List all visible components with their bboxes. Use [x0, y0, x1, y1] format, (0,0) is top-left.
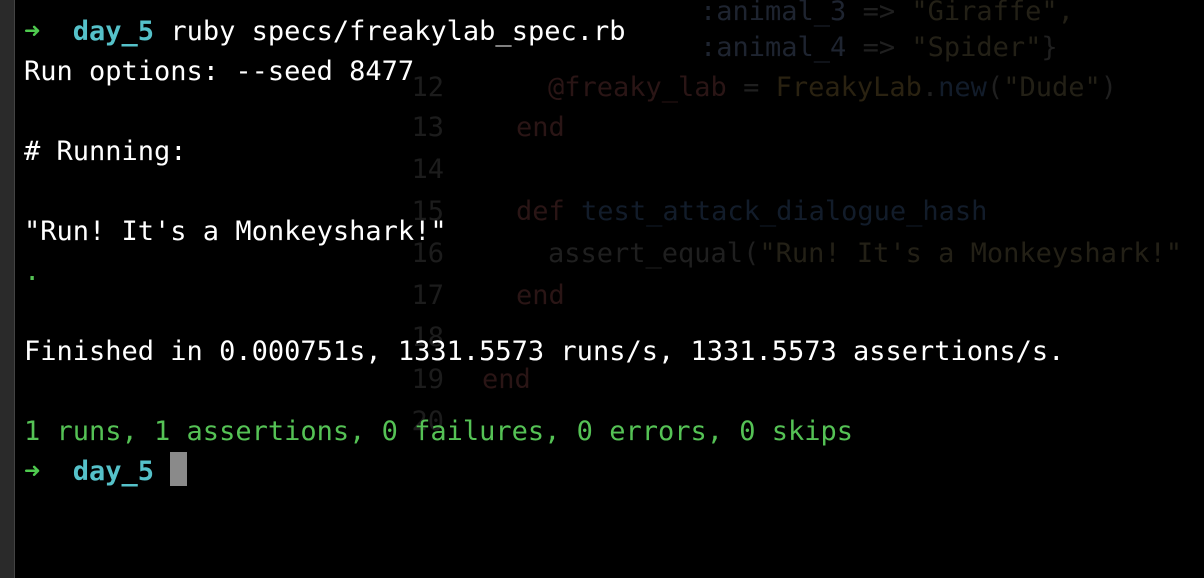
command-text: ruby specs/freakylab_spec.rb — [170, 16, 626, 47]
prompt-arrow-icon: ➜ — [24, 16, 41, 47]
test-output-line: "Run! It's a Monkeyshark!" — [24, 216, 447, 247]
prompt-arrow-icon: ➜ — [24, 456, 41, 487]
prompt-directory: day_5 — [72, 16, 155, 47]
window-left-edge — [0, 0, 15, 578]
ghost-code-token: ) — [1100, 72, 1118, 103]
prompt-line[interactable]: ➜ day_5 — [24, 452, 1064, 492]
summary-line: 1 runs, 1 assertions, 0 failures, 0 erro… — [24, 416, 854, 447]
run-options-line: Run options: --seed 8477 — [24, 56, 415, 87]
terminal-output: ➜ day_5 ruby specs/freakylab_spec.rb Run… — [24, 12, 1064, 492]
command-line: ➜ day_5 ruby specs/freakylab_spec.rb — [24, 12, 1064, 52]
running-header: # Running: — [24, 136, 187, 167]
terminal-window[interactable]: :animal_3 => "Giraffe",:animal_4 => "Spi… — [0, 0, 1204, 578]
progress-dot: . — [24, 256, 41, 287]
finished-line: Finished in 0.000751s, 1331.5573 runs/s,… — [24, 336, 1065, 367]
prompt-directory: day_5 — [72, 456, 155, 487]
text-cursor — [170, 452, 188, 486]
